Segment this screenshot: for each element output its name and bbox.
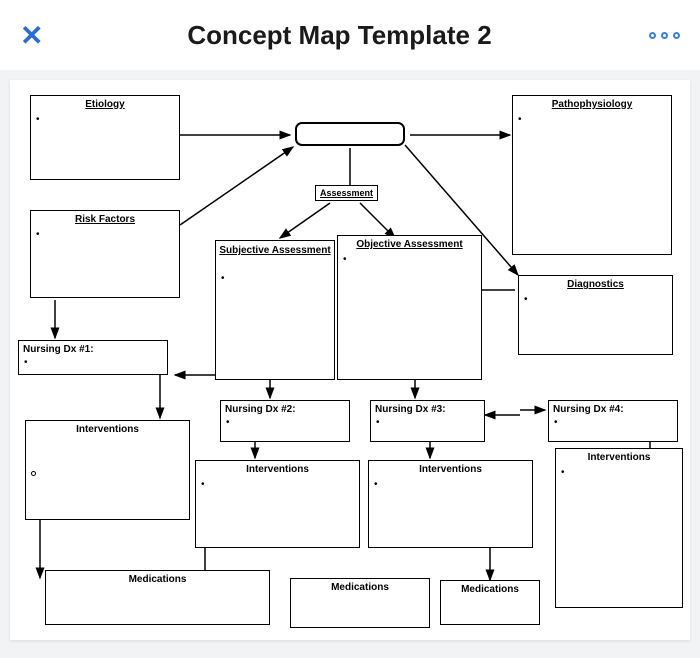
label-etiology: Etiology bbox=[31, 96, 179, 111]
bullet: • bbox=[374, 479, 378, 490]
label-interv3: Interventions bbox=[369, 461, 532, 476]
bullet: • bbox=[524, 294, 528, 305]
label-subjective: Subjective Assessment bbox=[216, 241, 334, 257]
label-dx2: Nursing Dx #2: bbox=[221, 401, 349, 416]
box-diagnostics: Diagnostics • bbox=[518, 275, 673, 355]
label-dx3: Nursing Dx #3: bbox=[371, 401, 484, 416]
concept-map-canvas: Etiology • Pathophysiology • Assessment … bbox=[10, 80, 690, 640]
box-medications-1: Medications bbox=[45, 570, 270, 625]
box-dx4: Nursing Dx #4: • bbox=[548, 400, 678, 442]
label-diagnostics: Diagnostics bbox=[519, 276, 672, 291]
box-subjective: Subjective Assessment • bbox=[215, 240, 335, 380]
bullet: • bbox=[24, 357, 28, 368]
label-interv1: Interventions bbox=[26, 421, 189, 436]
bullet: • bbox=[201, 479, 205, 490]
bullet: • bbox=[343, 254, 347, 265]
bullet: • bbox=[518, 114, 522, 125]
bullet: • bbox=[221, 273, 225, 284]
bullet: • bbox=[36, 114, 40, 125]
box-medications-3: Medications bbox=[440, 580, 540, 625]
canvas-wrap: Etiology • Pathophysiology • Assessment … bbox=[0, 70, 700, 658]
label-objective: Objective Assessment bbox=[338, 236, 481, 251]
label-meds2: Medications bbox=[291, 579, 429, 594]
box-risk-factors: Risk Factors • bbox=[30, 210, 180, 298]
box-interventions-4: Interventions • bbox=[555, 448, 683, 608]
box-etiology: Etiology • bbox=[30, 95, 180, 180]
bullet: • bbox=[561, 467, 565, 478]
box-pathophysiology: Pathophysiology • bbox=[512, 95, 672, 255]
dot-icon bbox=[649, 32, 656, 39]
box-interventions-1: Interventions bbox=[25, 420, 190, 520]
label-interv4: Interventions bbox=[556, 449, 682, 464]
label-meds1: Medications bbox=[46, 571, 269, 586]
box-objective: Objective Assessment • bbox=[337, 235, 482, 380]
box-interventions-3: Interventions • bbox=[368, 460, 533, 548]
close-icon[interactable]: ✕ bbox=[20, 19, 50, 52]
box-dx2: Nursing Dx #2: • bbox=[220, 400, 350, 442]
circle-icon bbox=[31, 471, 36, 476]
central-node bbox=[295, 122, 405, 146]
label-risk-factors: Risk Factors bbox=[31, 211, 179, 226]
label-dx1: Nursing Dx #1: bbox=[19, 341, 167, 356]
box-medications-2: Medications bbox=[290, 578, 430, 628]
dot-icon bbox=[661, 32, 668, 39]
bullet: • bbox=[554, 417, 558, 428]
more-icon[interactable] bbox=[649, 32, 680, 39]
bullet: • bbox=[226, 417, 230, 428]
label-meds3: Medications bbox=[441, 581, 539, 596]
dot-icon bbox=[673, 32, 680, 39]
label-interv2: Interventions bbox=[196, 461, 359, 476]
box-dx3: Nursing Dx #3: • bbox=[370, 400, 485, 442]
box-interventions-2: Interventions • bbox=[195, 460, 360, 548]
page-title: Concept Map Template 2 bbox=[50, 20, 649, 51]
bullet: • bbox=[36, 229, 40, 240]
label-assessment: Assessment bbox=[315, 185, 378, 201]
label-pathophysiology: Pathophysiology bbox=[513, 96, 671, 111]
box-dx1: Nursing Dx #1: • bbox=[18, 340, 168, 375]
bullet: • bbox=[376, 417, 380, 428]
label-dx4: Nursing Dx #4: bbox=[549, 401, 677, 416]
